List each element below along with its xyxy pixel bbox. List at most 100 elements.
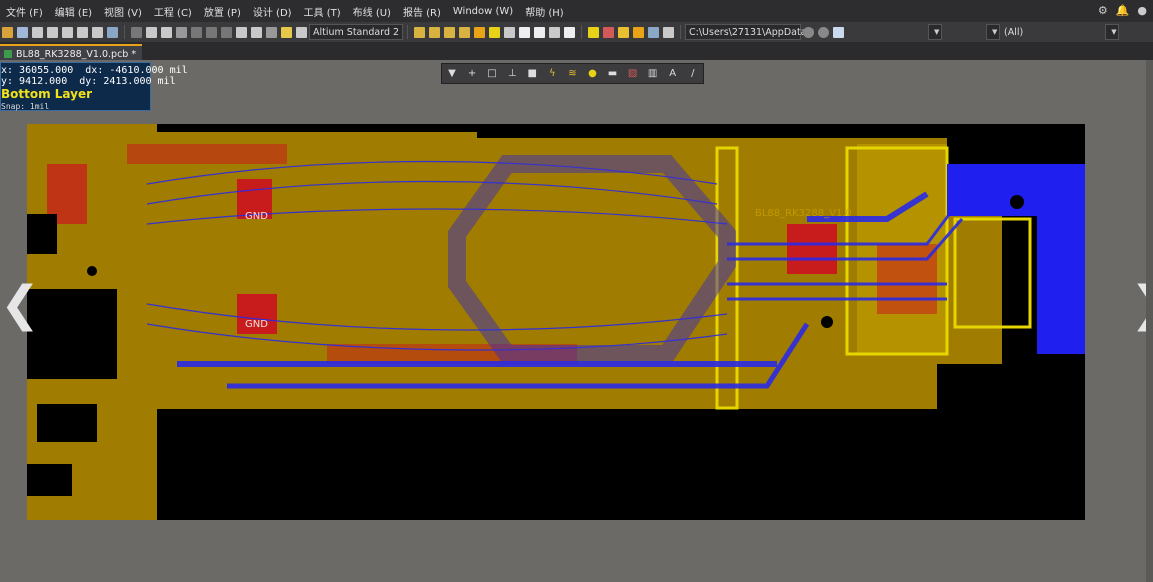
- bell-icon[interactable]: 🔔: [1116, 4, 1130, 17]
- hud-row-x: x: 36055.000 dx: -4610.000 mil: [1, 65, 188, 76]
- fill-place-icon[interactable]: ▬: [606, 68, 620, 79]
- line-icon[interactable]: /: [686, 68, 700, 79]
- menu-view[interactable]: 视图 (V): [98, 4, 148, 19]
- view-config-icon[interactable]: [296, 26, 307, 38]
- arc-icon[interactable]: [504, 26, 515, 38]
- diff-pair-icon[interactable]: ≋: [565, 68, 579, 79]
- user-icon[interactable]: ●: [1137, 4, 1147, 17]
- align-bottom-icon[interactable]: ⊥: [505, 68, 519, 79]
- select-area-icon[interactable]: [191, 26, 202, 38]
- path-select[interactable]: C:\Users\27131\AppData ▼: [685, 24, 814, 40]
- toolbar-separator: [680, 25, 681, 39]
- cross-probe-icon[interactable]: [107, 26, 118, 38]
- print-preview-icon[interactable]: [47, 26, 58, 38]
- zoom-fit-icon[interactable]: [62, 26, 73, 38]
- silk-label-gnd-1: GND: [245, 211, 268, 222]
- undo-icon[interactable]: [251, 26, 262, 38]
- select-rect-icon[interactable]: □: [485, 68, 499, 79]
- filter-select-1[interactable]: ▼: [928, 24, 942, 40]
- menu-help[interactable]: 帮助 (H): [519, 4, 570, 19]
- hud-layer: Bottom Layer: [1, 87, 93, 101]
- menu-project[interactable]: 工程 (C): [148, 4, 198, 19]
- rules-icon[interactable]: [603, 26, 614, 38]
- menu-place[interactable]: 放置 (P): [198, 4, 247, 19]
- crosshair-icon[interactable]: +: [465, 68, 479, 79]
- toolbar-separator: [124, 25, 125, 39]
- interactive-route-icon[interactable]: [414, 26, 425, 38]
- document-icon[interactable]: [833, 26, 844, 38]
- toolbar-separator: [581, 25, 582, 39]
- move-icon[interactable]: [206, 26, 217, 38]
- chevron-down-icon: ▼: [992, 28, 998, 36]
- view-config-select[interactable]: Altium Standard 2: [309, 24, 403, 40]
- components-lib-icon[interactable]: [618, 26, 629, 38]
- menu-bar: 文件 (F) 编辑 (E) 视图 (V) 工程 (C) 放置 (P) 设计 (D…: [0, 0, 1153, 22]
- component-place-icon[interactable]: ■: [525, 68, 539, 79]
- drc-icon[interactable]: [588, 26, 599, 38]
- fill-icon[interactable]: [519, 26, 530, 38]
- pad-icon[interactable]: [489, 26, 500, 38]
- via-place-icon[interactable]: ●: [585, 68, 599, 79]
- pcb-board-canvas[interactable]: GND GND BL88_RK3288_V1.0: [27, 124, 1085, 520]
- copy-icon[interactable]: [146, 26, 157, 38]
- align-dist-icon[interactable]: [633, 26, 644, 38]
- diff-pair-route-icon[interactable]: [429, 26, 440, 38]
- chevron-down-icon: ▼: [934, 28, 940, 36]
- menu-tools[interactable]: 工具 (T): [298, 4, 347, 19]
- room-icon[interactable]: [648, 26, 659, 38]
- menu-file[interactable]: 文件 (F): [0, 4, 49, 19]
- main-toolbar: Altium Standard 2 C:\Users\27131\AppData…: [0, 22, 1153, 43]
- paste-icon[interactable]: [161, 26, 172, 38]
- pad-array-top: [127, 144, 287, 164]
- menu-window[interactable]: Window (W): [447, 6, 519, 17]
- redo-icon[interactable]: [266, 26, 277, 38]
- hud-row-y: y: 9412.000 dy: 2413.000 mil: [1, 76, 176, 87]
- toolbar-separator: [407, 25, 408, 39]
- mounting-hole-1: [1010, 195, 1024, 209]
- filter-icon[interactable]: ▼: [445, 68, 459, 79]
- path-value: C:\Users\27131\AppData: [689, 26, 807, 38]
- polygon-icon[interactable]: [534, 26, 545, 38]
- vertical-scrollbar[interactable]: [1146, 60, 1153, 582]
- align-icon[interactable]: [221, 26, 232, 38]
- text-icon[interactable]: A: [666, 68, 680, 79]
- length-tune-icon[interactable]: [459, 26, 470, 38]
- print-icon[interactable]: [32, 26, 43, 38]
- multi-route-icon[interactable]: [444, 26, 455, 38]
- string-icon[interactable]: [549, 26, 560, 38]
- cutout-1: [27, 289, 117, 379]
- back-icon[interactable]: [803, 26, 814, 38]
- cut-icon[interactable]: [131, 26, 142, 38]
- zoom-area-icon[interactable]: [77, 26, 88, 38]
- bar-chart-icon[interactable]: ▥: [646, 68, 660, 79]
- menu-edit[interactable]: 编辑 (E): [49, 4, 98, 19]
- forward-icon[interactable]: [818, 26, 829, 38]
- menu-route[interactable]: 布线 (U): [347, 4, 397, 19]
- filter-select-2[interactable]: ▼: [986, 24, 1000, 40]
- ic-footprint-3: [787, 224, 837, 274]
- filter-select-3[interactable]: ▼: [1105, 24, 1120, 40]
- component-icon[interactable]: [564, 26, 575, 38]
- route-icon[interactable]: ϟ: [545, 68, 559, 79]
- pad-array-right: [877, 244, 937, 314]
- gear-icon[interactable]: ⚙: [1098, 4, 1108, 17]
- grid-icon[interactable]: [663, 26, 674, 38]
- nav-prev-arrow[interactable]: ❮: [0, 280, 40, 328]
- keepout-icon[interactable]: ▨: [626, 68, 640, 79]
- via-icon[interactable]: [474, 26, 485, 38]
- menu-design[interactable]: 设计 (D): [247, 4, 298, 19]
- open-folder-icon[interactable]: [2, 26, 13, 38]
- rubber-stamp-icon[interactable]: [176, 26, 187, 38]
- active-bar: ▼ + □ ⊥ ■ ϟ ≋ ● ▬ ▨ ▥ A /: [441, 63, 704, 84]
- highlight-net-icon[interactable]: [281, 26, 292, 38]
- mounting-hole-2: [1010, 340, 1024, 354]
- menu-reports[interactable]: 报告 (R): [397, 4, 447, 19]
- zoom-selected-icon[interactable]: [92, 26, 103, 38]
- hud-x: x: 36055.000: [1, 65, 74, 76]
- silk-label-gnd-2: GND: [245, 319, 268, 330]
- hud-dx: dx: -4610.000 mil: [85, 65, 188, 76]
- clear-filter-icon[interactable]: [236, 26, 247, 38]
- save-icon[interactable]: [17, 26, 28, 38]
- mounting-hole-4: [821, 316, 833, 328]
- cutout-4: [27, 214, 57, 254]
